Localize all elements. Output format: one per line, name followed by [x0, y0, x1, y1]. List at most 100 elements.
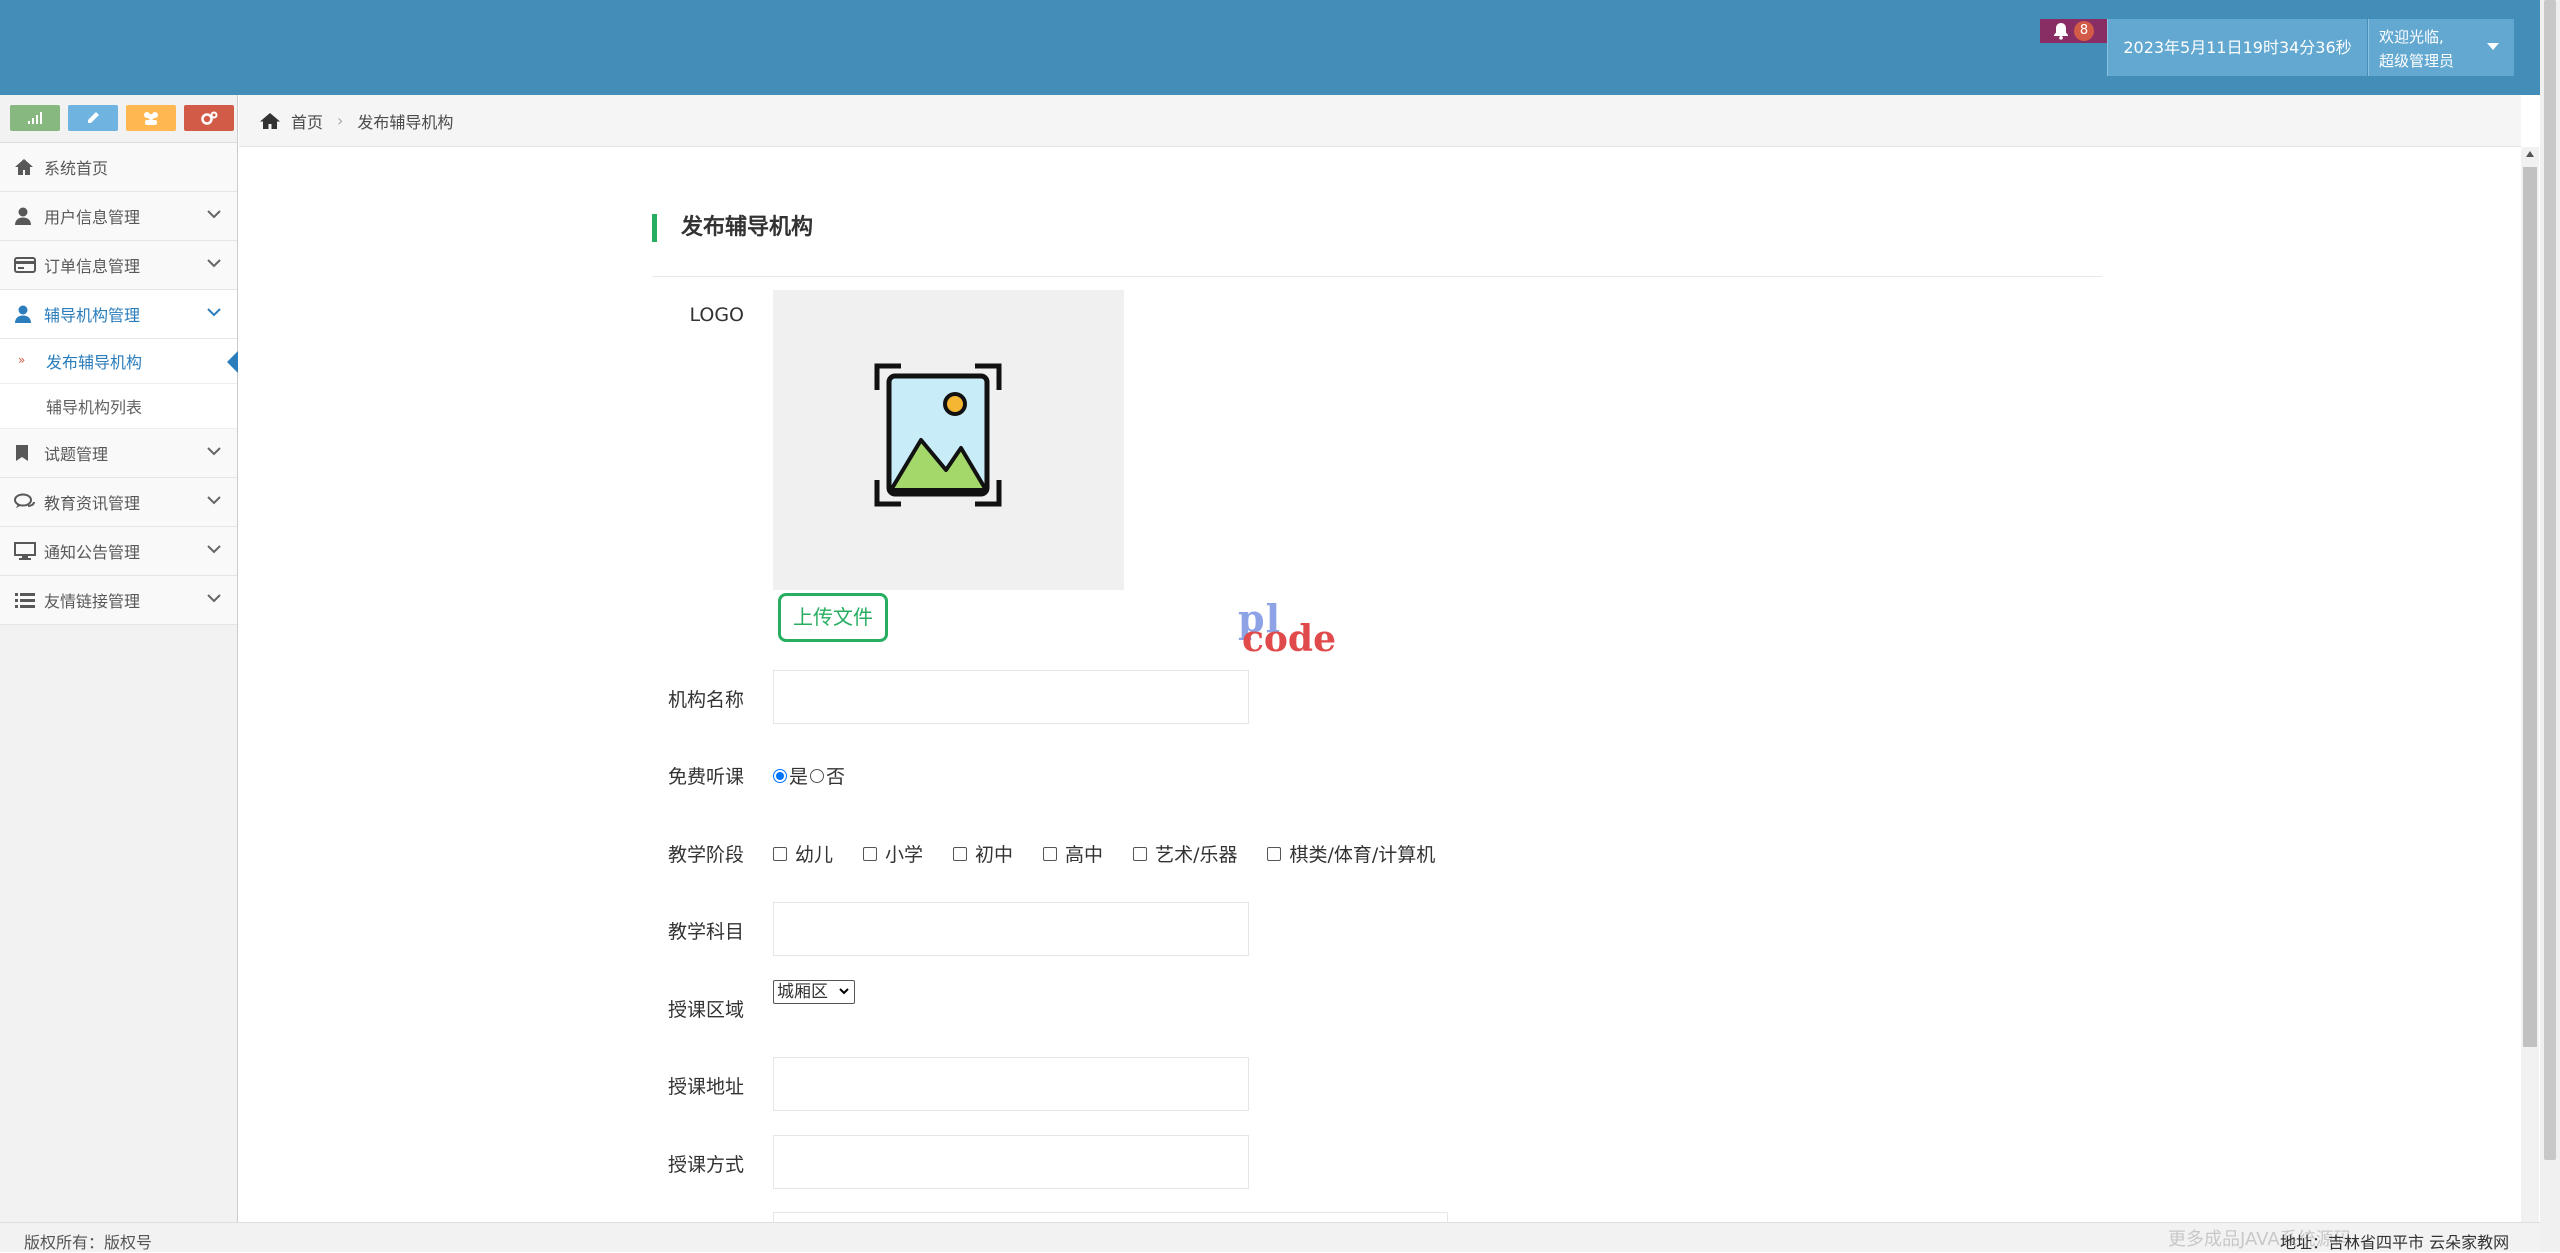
sidebar-item-label: 教育资讯管理: [44, 494, 141, 513]
window-scrollbar-thumb[interactable]: [2544, 0, 2556, 1160]
home-icon: [260, 112, 280, 129]
teaching-address-input[interactable]: [773, 1057, 1249, 1111]
institution-name-input[interactable]: [773, 670, 1249, 724]
sidebar-item-news[interactable]: 教育资讯管理: [0, 478, 237, 527]
list-icon: [14, 591, 44, 609]
sidebar-item-label: 试题管理: [44, 445, 109, 464]
free-trial-radio-group: 是 否: [773, 762, 845, 789]
upload-file-button[interactable]: 上传文件: [778, 593, 888, 642]
checkbox[interactable]: [953, 846, 968, 861]
chevron-down-icon: [839, 988, 849, 995]
notification-badge: 8: [2074, 21, 2094, 41]
submenu-institutions: » 发布辅导机构 辅导机构列表: [0, 339, 238, 429]
bookmark-icon: [14, 444, 44, 462]
free-trial-no-radio[interactable]: [810, 768, 825, 783]
breadcrumb-home-link[interactable]: 首页: [291, 109, 323, 133]
edit-shortcut-button[interactable]: [68, 105, 118, 131]
user-role: 超级管理员: [2379, 52, 2455, 70]
chevron-down-icon: [207, 210, 221, 219]
checkbox[interactable]: [773, 846, 787, 861]
checkbox[interactable]: [1267, 846, 1282, 861]
window-scrollbar[interactable]: [2540, 0, 2560, 1252]
submenu-item-institution-list[interactable]: 辅导机构列表: [0, 384, 237, 429]
chevron-down-icon: [207, 496, 221, 505]
current-datetime: 2023年5月11日19时34分36秒: [2107, 19, 2367, 76]
subject-label: 教学科目: [667, 921, 744, 943]
stage-option[interactable]: 小学: [863, 840, 923, 867]
teaching-stage-checkboxes: 幼儿 小学 初中 高中 艺术/乐器 棋类/体育/计算机: [773, 840, 1465, 867]
desktop-icon: [14, 542, 44, 560]
name-label: 机构名称: [667, 689, 744, 711]
image-placeholder-icon: [874, 363, 1002, 507]
radio-label: 是: [789, 766, 809, 788]
chevron-down-icon: [207, 594, 221, 603]
scroll-up-arrow[interactable]: [2526, 151, 2534, 157]
stage-option[interactable]: 艺术/乐器: [1133, 840, 1237, 867]
sidebar-item-links[interactable]: 友情链接管理: [0, 576, 237, 625]
user-menu[interactable]: 欢迎光临, 超级管理员: [2368, 19, 2514, 76]
checkbox-label: 幼儿: [795, 844, 834, 866]
area-label: 授课区域: [667, 999, 744, 1021]
mode-label: 授课方式: [667, 1154, 744, 1176]
users-icon: [144, 112, 158, 125]
checkbox-label: 小学: [885, 844, 924, 866]
checkbox[interactable]: [1043, 846, 1058, 861]
breadcrumb-separator: ›: [337, 111, 344, 130]
stage-option[interactable]: 高中: [1043, 840, 1103, 867]
users-shortcut-button[interactable]: [126, 105, 176, 131]
footer-copyright: 版权所有：版权号: [24, 1233, 153, 1252]
sidebar-item-label: 用户信息管理: [44, 208, 141, 227]
stage-option[interactable]: 棋类/体育/计算机: [1267, 840, 1435, 867]
breadcrumb-current: 发布辅导机构: [357, 112, 454, 132]
shortcut-buttons: [0, 95, 237, 143]
select-value: 城厢区: [777, 982, 828, 1002]
sidebar-item-users[interactable]: 用户信息管理: [0, 192, 237, 241]
address-label: 授课地址: [667, 1076, 744, 1098]
checkbox-label: 棋类/体育/计算机: [1289, 844, 1436, 866]
user-icon: [14, 207, 44, 225]
home-icon: [14, 158, 44, 176]
sidebar-item-orders[interactable]: 订单信息管理: [0, 241, 237, 290]
breadcrumb: 首页 › 发布辅导机构: [239, 95, 2521, 147]
submenu-item-label: 发布辅导机构: [46, 353, 143, 372]
submenu-item-publish-institution[interactable]: » 发布辅导机构: [0, 339, 238, 384]
submenu-item-label: 辅导机构列表: [46, 398, 143, 417]
top-navbar: 8 2023年5月11日19时34分36秒 欢迎光临, 超级管理员: [0, 0, 2560, 95]
sidebar-item-label: 辅导机构管理: [44, 306, 141, 325]
scrollbar-thumb[interactable]: [2523, 167, 2537, 1047]
free-trial-yes-radio[interactable]: [773, 768, 787, 783]
stage-option[interactable]: 幼儿: [773, 840, 833, 867]
sidebar-item-label: 订单信息管理: [44, 257, 141, 276]
sidebar-item-home[interactable]: 系统首页: [0, 143, 237, 192]
bell-icon: [2054, 23, 2068, 40]
footer: 版权所有：版权号 更多成品JAVA系统源码 地址：吉林省四平市 云朵家教网: [0, 1222, 2540, 1252]
settings-shortcut-button[interactable]: [184, 105, 234, 131]
sidebar-item-label: 系统首页: [44, 159, 109, 178]
sidebar: 系统首页 用户信息管理 订单信息管理 辅导机构管理 » 发布辅导机构 辅导机构列…: [0, 95, 238, 1222]
stage-option[interactable]: 初中: [953, 840, 1013, 867]
stage-label: 教学阶段: [667, 844, 744, 866]
double-angle-right-icon: »: [18, 353, 26, 367]
content-scrollbar[interactable]: [2521, 147, 2539, 1222]
checkbox[interactable]: [863, 846, 878, 861]
sidebar-item-notices[interactable]: 通知公告管理: [0, 527, 237, 576]
comments-icon: [14, 493, 44, 511]
logo-preview[interactable]: [773, 290, 1124, 590]
checkbox-label: 初中: [975, 844, 1014, 866]
chevron-down-icon: [207, 308, 221, 317]
chevron-down-icon: [207, 545, 221, 554]
sidebar-item-label: 通知公告管理: [44, 543, 141, 562]
notifications-button[interactable]: 8: [2040, 19, 2108, 43]
teaching-subject-input[interactable]: [773, 902, 1249, 956]
sidebar-item-institutions[interactable]: 辅导机构管理: [0, 290, 237, 339]
sidebar-item-questions[interactable]: 试题管理: [0, 429, 237, 478]
stats-shortcut-button[interactable]: [10, 105, 60, 131]
teaching-area-select[interactable]: 城厢区: [773, 980, 855, 1004]
user-icon: [14, 305, 44, 323]
chevron-down-icon: [207, 259, 221, 268]
card-icon: [14, 256, 44, 274]
free-trial-label: 免费听课: [667, 766, 744, 788]
teaching-mode-input[interactable]: [773, 1135, 1249, 1189]
checkbox[interactable]: [1133, 846, 1148, 861]
logo-label: LOGO: [689, 304, 744, 326]
